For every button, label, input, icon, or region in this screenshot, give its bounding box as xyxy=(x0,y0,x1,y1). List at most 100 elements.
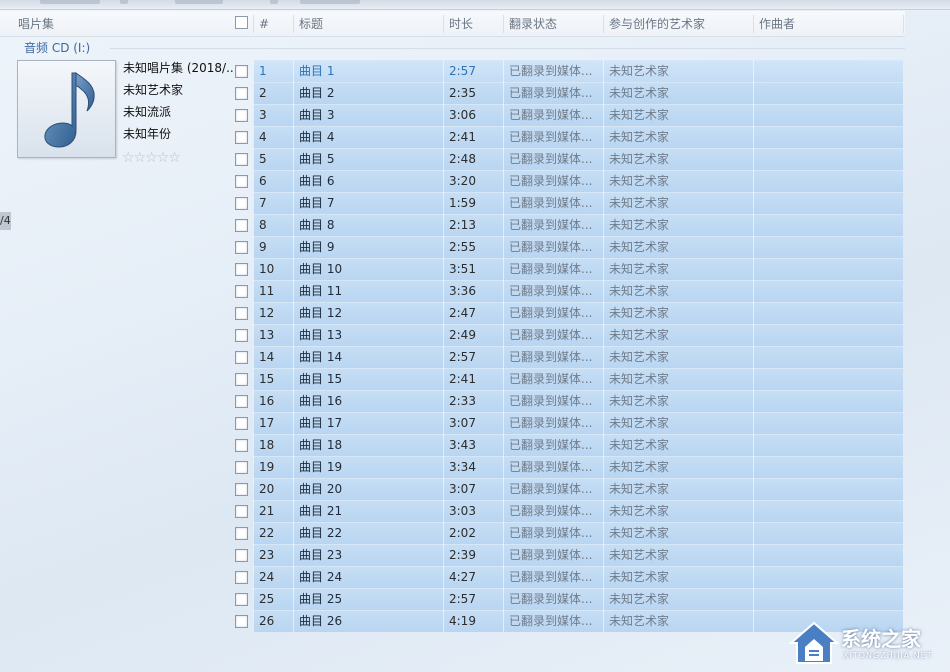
track-checkbox[interactable] xyxy=(235,373,248,386)
grid-line xyxy=(293,60,294,632)
track-artist: 未知艺术家 xyxy=(609,170,749,192)
track-row[interactable]: 12曲目 122:47已翻录到媒体...未知艺术家 xyxy=(0,302,905,324)
track-row[interactable]: 10曲目 103:51已翻录到媒体...未知艺术家 xyxy=(0,258,905,280)
track-checkbox[interactable] xyxy=(235,153,248,166)
track-checkbox[interactable] xyxy=(235,285,248,298)
track-checkbox[interactable] xyxy=(235,197,248,210)
track-checkbox[interactable] xyxy=(235,263,248,276)
column-header-album[interactable]: 唱片集 xyxy=(12,11,232,37)
track-number: 26 xyxy=(259,610,293,632)
track-checkbox[interactable] xyxy=(235,395,248,408)
track-checkbox[interactable] xyxy=(235,417,248,430)
track-artist: 未知艺术家 xyxy=(609,104,749,126)
track-number: 10 xyxy=(259,258,293,280)
track-checkbox[interactable] xyxy=(235,439,248,452)
track-title: 曲目 13 xyxy=(299,324,439,346)
track-title: 曲目 25 xyxy=(299,588,439,610)
track-row[interactable]: 13曲目 132:49已翻录到媒体...未知艺术家 xyxy=(0,324,905,346)
track-title: 曲目 9 xyxy=(299,236,439,258)
track-row[interactable]: 25曲目 252:57已翻录到媒体...未知艺术家 xyxy=(0,588,905,610)
track-row[interactable]: 2曲目 22:35已翻录到媒体...未知艺术家 xyxy=(0,82,905,104)
track-row[interactable]: 26曲目 264:19已翻录到媒体...未知艺术家 xyxy=(0,610,905,632)
track-number: 23 xyxy=(259,544,293,566)
track-row[interactable]: 6曲目 63:20已翻录到媒体...未知艺术家 xyxy=(0,170,905,192)
track-row[interactable]: 3曲目 33:06已翻录到媒体...未知艺术家 xyxy=(0,104,905,126)
column-divider[interactable] xyxy=(903,15,904,33)
track-row[interactable]: 4曲目 42:41已翻录到媒体...未知艺术家 xyxy=(0,126,905,148)
column-header-number[interactable]: # xyxy=(253,11,293,37)
toolbar-fragment xyxy=(40,0,100,4)
track-checkbox[interactable] xyxy=(235,593,248,606)
track-row[interactable]: 22曲目 222:02已翻录到媒体...未知艺术家 xyxy=(0,522,905,544)
track-checkbox[interactable] xyxy=(235,571,248,584)
toolbar-fragment xyxy=(175,0,223,4)
track-duration: 2:39 xyxy=(449,544,499,566)
track-row[interactable]: 19曲目 193:34已翻录到媒体...未知艺术家 xyxy=(0,456,905,478)
column-header-contributing-artist[interactable]: 参与创作的艺术家 xyxy=(603,11,753,37)
track-artist: 未知艺术家 xyxy=(609,258,749,280)
column-header-composer[interactable]: 作曲者 xyxy=(753,11,903,37)
track-row[interactable]: 9曲目 92:55已翻录到媒体...未知艺术家 xyxy=(0,236,905,258)
track-row[interactable]: 21曲目 213:03已翻录到媒体...未知艺术家 xyxy=(0,500,905,522)
select-all-checkbox[interactable] xyxy=(235,16,248,29)
track-checkbox[interactable] xyxy=(235,549,248,562)
track-number: 11 xyxy=(259,280,293,302)
track-rip-status: 已翻录到媒体... xyxy=(509,610,595,632)
track-row[interactable]: 24曲目 244:27已翻录到媒体...未知艺术家 xyxy=(0,566,905,588)
track-row[interactable]: 14曲目 142:57已翻录到媒体...未知艺术家 xyxy=(0,346,905,368)
track-row[interactable]: 23曲目 232:39已翻录到媒体...未知艺术家 xyxy=(0,544,905,566)
track-number: 12 xyxy=(259,302,293,324)
track-checkbox[interactable] xyxy=(235,175,248,188)
track-rip-status: 已翻录到媒体... xyxy=(509,82,595,104)
track-checkbox[interactable] xyxy=(235,527,248,540)
track-title: 曲目 6 xyxy=(299,170,439,192)
track-row[interactable]: 18曲目 183:43已翻录到媒体...未知艺术家 xyxy=(0,434,905,456)
track-row[interactable]: 15曲目 152:41已翻录到媒体...未知艺术家 xyxy=(0,368,905,390)
track-rip-status: 已翻录到媒体... xyxy=(509,434,595,456)
grid-line xyxy=(603,60,604,632)
track-checkbox[interactable] xyxy=(235,461,248,474)
group-label: 音频 CD (I:) xyxy=(24,40,90,56)
track-rip-status: 已翻录到媒体... xyxy=(509,478,595,500)
watermark-text: 系统之家 xyxy=(841,623,921,652)
track-checkbox[interactable] xyxy=(235,329,248,342)
track-duration: 2:35 xyxy=(449,82,499,104)
track-checkbox[interactable] xyxy=(235,505,248,518)
track-checkbox[interactable] xyxy=(235,65,248,78)
track-number: 21 xyxy=(259,500,293,522)
column-header-rip-status[interactable]: 翻录状态 xyxy=(503,11,603,37)
track-checkbox[interactable] xyxy=(235,241,248,254)
track-artist: 未知艺术家 xyxy=(609,522,749,544)
track-row[interactable]: 8曲目 82:13已翻录到媒体...未知艺术家 xyxy=(0,214,905,236)
track-row[interactable]: 7曲目 71:59已翻录到媒体...未知艺术家 xyxy=(0,192,905,214)
track-row[interactable]: 5曲目 52:48已翻录到媒体...未知艺术家 xyxy=(0,148,905,170)
track-title: 曲目 19 xyxy=(299,456,439,478)
track-number: 14 xyxy=(259,346,293,368)
track-row[interactable]: 17曲目 173:07已翻录到媒体...未知艺术家 xyxy=(0,412,905,434)
track-row[interactable]: 1曲目 12:57已翻录到媒体...未知艺术家 xyxy=(0,60,905,82)
track-checkbox[interactable] xyxy=(235,615,248,628)
track-row[interactable]: 11曲目 113:36已翻录到媒体...未知艺术家 xyxy=(0,280,905,302)
track-number: 5 xyxy=(259,148,293,170)
group-divider xyxy=(110,48,905,49)
track-artist: 未知艺术家 xyxy=(609,588,749,610)
track-checkbox[interactable] xyxy=(235,219,248,232)
track-duration: 2:49 xyxy=(449,324,499,346)
track-checkbox[interactable] xyxy=(235,483,248,496)
track-number: 20 xyxy=(259,478,293,500)
column-header-title[interactable]: 标题 xyxy=(293,11,443,37)
track-checkbox[interactable] xyxy=(235,87,248,100)
track-artist: 未知艺术家 xyxy=(609,148,749,170)
track-checkbox[interactable] xyxy=(235,307,248,320)
track-checkbox[interactable] xyxy=(235,109,248,122)
track-row[interactable]: 16曲目 162:33已翻录到媒体...未知艺术家 xyxy=(0,390,905,412)
track-rip-status: 已翻录到媒体... xyxy=(509,566,595,588)
track-artist: 未知艺术家 xyxy=(609,478,749,500)
track-checkbox[interactable] xyxy=(235,351,248,364)
track-artist: 未知艺术家 xyxy=(609,456,749,478)
column-header-duration[interactable]: 时长 xyxy=(443,11,503,37)
track-checkbox[interactable] xyxy=(235,131,248,144)
track-title: 曲目 7 xyxy=(299,192,439,214)
track-duration: 3:06 xyxy=(449,104,499,126)
track-row[interactable]: 20曲目 203:07已翻录到媒体...未知艺术家 xyxy=(0,478,905,500)
